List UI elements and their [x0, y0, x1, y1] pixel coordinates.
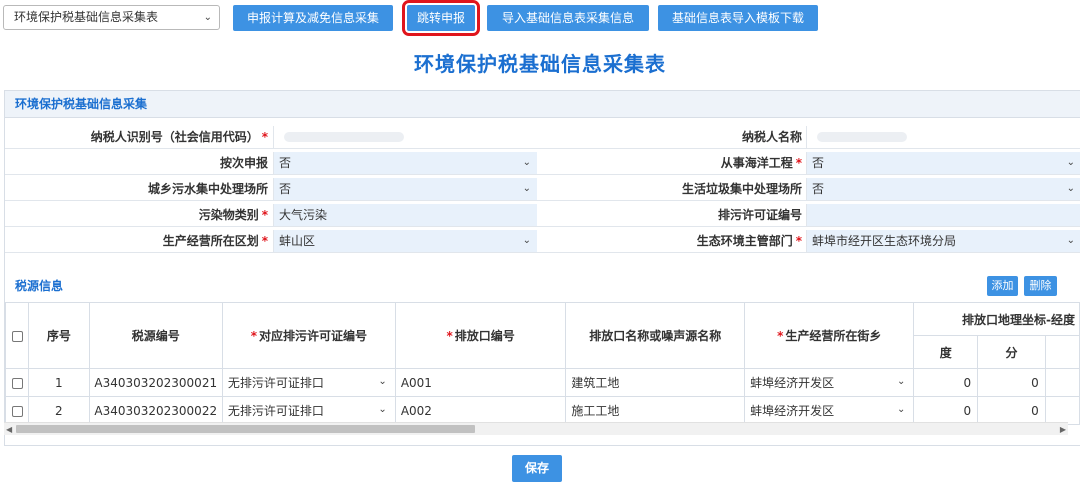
row-checkbox[interactable]: [11, 405, 23, 417]
outlet-cell[interactable]: A002: [394, 396, 567, 425]
street-select[interactable]: 蚌埠经济开发区 ⌄: [744, 396, 915, 425]
scroll-left-icon[interactable]: ◀: [6, 423, 12, 436]
garbage-select[interactable]: 否 ⌄: [806, 178, 1080, 200]
col-sec: [1044, 335, 1080, 369]
deg-cell[interactable]: 0: [913, 368, 979, 397]
outlet-cell[interactable]: A001: [394, 368, 567, 397]
row-checkbox[interactable]: [11, 377, 23, 389]
horizontal-scrollbar[interactable]: ◀ ▶: [4, 422, 1068, 435]
code-cell: A340303202300021: [88, 368, 223, 397]
form-select-value: 环境保护税基础信息采集表: [14, 10, 159, 24]
per-time-select[interactable]: 否 ⌄: [273, 152, 537, 174]
form-row: 按次申报 否 ⌄ 从事海洋工程 * 否 ⌄: [5, 152, 1080, 175]
row-select-cell[interactable]: [4, 368, 30, 397]
taxpayer-name-label: 纳税人名称: [741, 130, 802, 144]
import-basic-info-button[interactable]: 导入基础信息表采集信息: [487, 5, 649, 31]
delete-button[interactable]: 删除: [1024, 276, 1057, 296]
chevron-down-icon: ⌄: [378, 404, 387, 415]
permit-select[interactable]: 无排污许可证排口 ⌄: [221, 368, 396, 397]
calc-relief-collect-button[interactable]: 申报计算及减免信息采集: [233, 5, 393, 31]
add-button[interactable]: 添加: [987, 276, 1018, 296]
chevron-down-icon: ⌄: [522, 183, 531, 194]
form-row: 污染物类别 * 大气污染 排污许可证编号: [5, 204, 1080, 227]
save-button[interactable]: 保存: [512, 455, 562, 482]
scrollbar-thumb[interactable]: [16, 425, 475, 433]
garbage-label: 生活垃圾集中处理场所: [681, 182, 802, 196]
chevron-down-icon: ⌄: [897, 404, 906, 415]
per-time-label: 按次申报: [219, 156, 268, 170]
taxpayer-id-label: 纳税人识别号（社会信用代码） *: [90, 130, 268, 144]
table-row: 2 A340303202300022 无排污许可证排口 ⌄ A002 施工工地 蚌…: [4, 396, 1080, 425]
district-label: 生产经营所在区划 *: [162, 234, 268, 248]
col-outlet: * 排放口编号: [394, 302, 567, 369]
permit-field[interactable]: [806, 204, 1080, 226]
seq-cell: 2: [28, 396, 90, 425]
form-row: 纳税人识别号（社会信用代码） * 纳税人名称: [5, 126, 1080, 149]
sec-cell[interactable]: [1044, 368, 1080, 397]
street-select[interactable]: 蚌埠经济开发区 ⌄: [744, 368, 915, 397]
chevron-down-icon: ⌄: [1066, 157, 1075, 168]
col-deg: 度: [913, 335, 979, 369]
pollutant-label: 污染物类别 *: [198, 208, 268, 222]
col-permit: * 对应排污许可证编号: [221, 302, 396, 369]
col-coord: 排放口地理坐标-经度: [913, 302, 1080, 336]
code-cell: A340303202300022: [88, 396, 223, 425]
tax-source-table: 序号 税源编号 * 对应排污许可证编号 * 排放口编号 排放口名称或噪声源名称 * 生…: [4, 302, 1080, 425]
col-seq: 序号: [28, 302, 90, 369]
chevron-down-icon: ⌄: [522, 157, 531, 168]
chevron-down-icon: ⌄: [897, 376, 906, 387]
seq-cell: 1: [28, 368, 90, 397]
select-all-cell[interactable]: [4, 302, 30, 369]
row-select-cell[interactable]: [4, 396, 30, 425]
toolbar: 环境保护税基础信息采集表 ⌄ 申报计算及减免信息采集 跳转申报 导入基础信息表采…: [0, 0, 1080, 36]
download-template-button[interactable]: 基础信息表导入模板下载: [658, 5, 818, 31]
chevron-down-icon: ⌄: [1066, 183, 1075, 194]
env-dept-select[interactable]: 蚌埠市经开区生态环境分局 ⌄: [806, 230, 1080, 252]
tax-source-heading: 税源信息 添加 删除: [5, 271, 1080, 301]
marine-select[interactable]: 否 ⌄: [806, 152, 1080, 174]
min-cell[interactable]: 0: [977, 396, 1046, 425]
col-code: 税源编号: [88, 302, 223, 369]
select-all-checkbox[interactable]: [11, 330, 23, 342]
sewage-label: 城乡污水集中处理场所: [147, 182, 268, 196]
basic-info-panel: 环境保护税基础信息采集 纳税人识别号（社会信用代码） * 纳税人名称 按次申报 否…: [4, 90, 1080, 446]
district-select[interactable]: 蚌山区 ⌄: [273, 230, 537, 252]
outlet-name-cell[interactable]: 施工工地: [565, 396, 746, 425]
sewage-select[interactable]: 否 ⌄: [273, 178, 537, 200]
permit-select[interactable]: 无排污许可证排口 ⌄: [221, 396, 396, 425]
marine-label: 从事海洋工程 *: [720, 156, 802, 170]
deg-cell[interactable]: 0: [913, 396, 979, 425]
chevron-down-icon: ⌄: [1066, 235, 1075, 246]
page-title: 环境保护税基础信息采集表: [414, 52, 666, 76]
min-cell[interactable]: 0: [977, 368, 1046, 397]
chevron-down-icon: ⌄: [203, 12, 212, 23]
basic-info-heading: 环境保护税基础信息采集: [5, 91, 1080, 118]
col-min: 分: [977, 335, 1046, 369]
table-row: 1 A340303202300021 无排污许可证排口 ⌄ A001 建筑工地 蚌…: [4, 368, 1080, 397]
pollutant-field[interactable]: 大气污染: [273, 204, 537, 226]
chevron-down-icon: ⌄: [522, 235, 531, 246]
permit-label: 排污许可证编号: [717, 208, 802, 222]
form-row: 城乡污水集中处理场所 否 ⌄ 生活垃圾集中处理场所 否 ⌄: [5, 178, 1080, 201]
chevron-down-icon: ⌄: [378, 376, 387, 387]
env-dept-label: 生态环境主管部门 *: [696, 234, 802, 248]
taxpayer-id-field[interactable]: [273, 126, 537, 148]
col-street: * 生产经营所在街乡: [744, 302, 915, 369]
col-outlet-name: 排放口名称或噪声源名称: [565, 302, 746, 369]
form-row: 生产经营所在区划 * 蚌山区 ⌄ 生态环境主管部门 * 蚌埠市经开区生态环境分局 ⌄: [5, 230, 1080, 253]
jump-declare-button[interactable]: 跳转申报: [402, 0, 480, 36]
outlet-name-cell[interactable]: 建筑工地: [565, 368, 746, 397]
taxpayer-name-field[interactable]: [806, 126, 1080, 148]
form-select[interactable]: 环境保护税基础信息采集表 ⌄: [3, 5, 220, 30]
scroll-right-icon[interactable]: ▶: [1060, 423, 1066, 436]
sec-cell[interactable]: [1044, 396, 1080, 425]
